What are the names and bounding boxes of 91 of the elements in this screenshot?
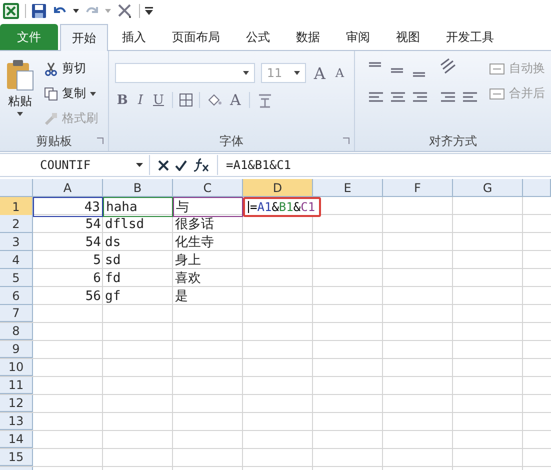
row-header[interactable]: 15 (0, 449, 33, 466)
row-header[interactable]: 12 (0, 395, 33, 412)
borders-icon[interactable] (178, 93, 193, 107)
ribbon-tab[interactable]: 开发工具 (434, 24, 506, 50)
ribbon-tab[interactable]: 插入 (110, 24, 158, 50)
row-header[interactable]: 13 (0, 413, 33, 430)
save-icon[interactable] (31, 3, 47, 19)
column-header[interactable]: E (313, 179, 383, 197)
enter-check-icon[interactable] (175, 160, 187, 170)
name-box[interactable]: COUNTIF (0, 155, 150, 175)
dropdown-caret-icon (17, 112, 23, 116)
excel-logo-icon[interactable] (2, 2, 20, 20)
table-cell-text: 是 (174, 288, 189, 305)
dropdown-caret-icon (242, 71, 249, 75)
table-cell-text: ds (104, 234, 122, 251)
brush-icon (44, 112, 58, 126)
table-cell-text: 化生寺 (174, 234, 215, 251)
group-label: 对齐方式 (429, 132, 477, 150)
dropdown-caret-icon (136, 163, 143, 167)
ribbon-tab[interactable]: 文件 (0, 24, 58, 50)
row-header[interactable]: 2 (0, 215, 33, 233)
formula-part: B1 (278, 200, 294, 214)
row-header[interactable]: 4 (0, 251, 33, 269)
copy-icon (44, 86, 58, 100)
ribbon-tab[interactable]: 数据 (284, 24, 332, 50)
table-cell: 与 (173, 197, 243, 217)
formula-part: & (272, 200, 279, 214)
table-cell: haha (103, 197, 173, 217)
table-cell-text: 5 (92, 252, 102, 269)
insert-function-icon[interactable] (193, 158, 209, 172)
paste-button[interactable]: 粘贴 (4, 55, 36, 120)
row-header[interactable]: 6 (0, 287, 33, 305)
ribbon-tab[interactable]: 公式 (234, 24, 282, 50)
table-cell-text: 很多话 (174, 216, 215, 233)
font-name-field[interactable] (114, 63, 255, 83)
row-header[interactable]: 1 (0, 197, 33, 217)
dropdown-caret-icon (294, 71, 300, 75)
table-cell-text: dflsd (104, 216, 146, 233)
font-style-button[interactable]: U (151, 92, 166, 108)
column-header[interactable]: B (103, 179, 173, 197)
table-cell-text: sd (104, 252, 122, 269)
row-header[interactable]: 10 (0, 359, 33, 376)
grow-font-button[interactable]: A (312, 64, 328, 82)
table-cell-text: 54 (84, 234, 102, 251)
clipboard-icon (6, 59, 34, 91)
row-header[interactable]: 14 (0, 431, 33, 448)
formula-part: C1 (300, 200, 316, 214)
customize-menu-icon[interactable] (145, 7, 153, 15)
table-cell: 43 (33, 197, 103, 217)
shrink-font-button[interactable]: A (333, 66, 346, 80)
row-header[interactable]: 5 (0, 269, 33, 287)
table-cell-text: gf (104, 288, 122, 305)
column-header[interactable]: G (453, 179, 523, 197)
row-header[interactable]: 8 (0, 323, 33, 340)
table-cell-text: 喜欢 (174, 270, 202, 287)
cancel-icon[interactable] (158, 160, 169, 170)
table-cell-text: 6 (92, 270, 102, 287)
formula-part: & (293, 200, 301, 214)
row-header[interactable]: 9 (0, 341, 33, 358)
font-style-button[interactable]: I (136, 92, 145, 108)
formula-part: A1 (257, 200, 272, 214)
ribbon-tab[interactable]: 视图 (384, 24, 432, 50)
dropdown-caret-icon (90, 92, 96, 96)
table-cell-text: 56 (84, 288, 102, 305)
row-header[interactable]: 7 (0, 305, 33, 322)
group-label: 剪贴板 (36, 132, 72, 150)
font-color-button[interactable]: A (228, 91, 243, 109)
row-header[interactable]: 3 (0, 233, 33, 251)
table-cell-text: 身上 (174, 252, 202, 269)
dropdown-caret-icon[interactable] (73, 9, 79, 13)
clipboard-button[interactable]: 复制 (42, 84, 100, 103)
scissors-icon (44, 62, 58, 76)
table-cell-text: fd (104, 270, 122, 287)
group-label: 字体 (219, 132, 244, 150)
column-header[interactable]: D (243, 179, 313, 197)
dialog-launcher-icon[interactable] (96, 137, 104, 145)
fill-bucket-icon[interactable] (206, 93, 222, 107)
ribbon-tab[interactable]: 开始 (60, 24, 108, 51)
ribbon-tab[interactable]: 审阅 (334, 24, 382, 50)
editing-cell[interactable]: =A1&B1&C1 (243, 197, 322, 217)
dialog-launcher-icon[interactable] (342, 137, 350, 145)
column-header[interactable]: F (383, 179, 453, 197)
table-cell-text: 54 (84, 216, 102, 233)
formula-field[interactable]: =A1&B1&C1 (218, 158, 292, 172)
font-style-button[interactable]: B (114, 92, 130, 108)
formula-part: = (250, 200, 258, 214)
column-header[interactable]: A (33, 179, 103, 197)
ribbon-tab[interactable]: 页面布局 (160, 24, 232, 50)
column-header[interactable]: C (173, 179, 243, 197)
row-header[interactable]: 11 (0, 377, 33, 394)
clipboard-button[interactable]: 剪切 (42, 59, 100, 78)
